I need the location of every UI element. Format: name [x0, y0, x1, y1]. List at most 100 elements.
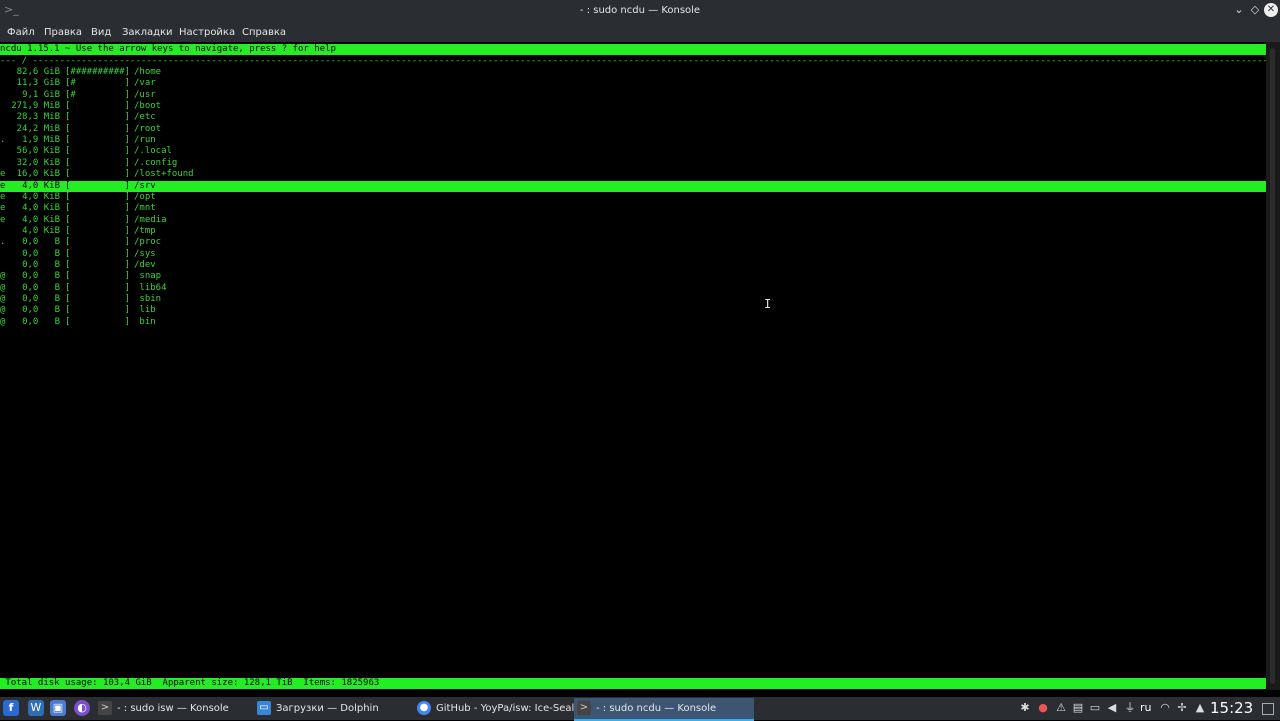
ncdu-row-size: 0,0 B — [22, 305, 60, 316]
ncdu-row[interactable]: 4,0 KiB [ ]/tmp — [0, 226, 1266, 237]
vpn-icon[interactable]: ● — [1036, 700, 1050, 716]
ncdu-row[interactable]: e 4,0 KiB [ ]/mnt — [0, 203, 1266, 214]
volume-icon[interactable]: ◀ — [1105, 700, 1119, 716]
ncdu-row-bar: [ ] — [65, 316, 131, 327]
close-icon[interactable]: ✕ — [1264, 3, 1278, 17]
ncdu-row-bar: [ ] — [65, 203, 131, 214]
ncdu-row[interactable]: e 16,0 KiB [ ]/lost+found — [0, 169, 1266, 180]
ncdu-row-size: 0,0 B — [22, 248, 60, 259]
app-launcher-icon[interactable]: f — [3, 700, 19, 716]
ncdu-path-line: --- / ----------------------------------… — [0, 56, 1266, 66]
clock[interactable]: 15:23 — [1210, 698, 1253, 718]
task-chrome-github[interactable]: ● GitHub - YoyPa/isw: Ice-Seale... — [414, 698, 592, 719]
ncdu-row-name: /boot — [134, 101, 162, 112]
ncdu-row-flag: @ — [0, 282, 6, 293]
ncdu-row-bar: [ ] — [65, 225, 131, 236]
store-icon[interactable]: ▣ — [50, 700, 66, 716]
wifi-icon[interactable]: ◠ — [1158, 700, 1172, 716]
ncdu-row[interactable]: e 4,0 KiB [ ]/media — [0, 215, 1266, 226]
ncdu-row-size: 28,3 MiB — [16, 112, 60, 123]
ncdu-row[interactable]: @0,0 B [ ] lib — [0, 305, 1266, 316]
ncdu-row-name: /media — [134, 214, 167, 225]
ncdu-header: ncdu 1.15.1 ~ Use the arrow keys to navi… — [0, 44, 1266, 55]
ncdu-row-size: 0,0 B — [22, 294, 60, 304]
ncdu-row[interactable]: 9,1 GiB [# ]/usr — [0, 90, 1266, 101]
show-desktop-icon[interactable] — [1262, 703, 1274, 715]
tray-expand-icon[interactable]: ▲ — [1193, 700, 1207, 716]
ncdu-row[interactable]: 24,2 MiB [ ]/root — [0, 124, 1266, 135]
ncdu-row-size: 56,0 KiB — [16, 146, 60, 157]
terminal-icon: > — [98, 701, 112, 715]
menu-file[interactable]: Файл — [7, 27, 35, 38]
ncdu-row-name: /etc — [134, 112, 156, 123]
menu-bookmarks[interactable]: Закладки — [122, 27, 173, 38]
ncdu-row[interactable]: . 1,9 MiB [ ]/run — [0, 135, 1266, 146]
desktop-icon[interactable]: W — [28, 700, 44, 716]
ncdu-row-flag — [0, 112, 5, 123]
usb-icon[interactable]: ⏚ — [1123, 700, 1137, 716]
ncdu-row-size: 11,3 GiB — [16, 78, 60, 89]
ncdu-row[interactable]: 0,0 B [ ]/dev — [0, 260, 1266, 271]
menu-settings[interactable]: Настройка — [179, 27, 235, 38]
clipboard-icon[interactable]: ▤ — [1071, 700, 1085, 716]
ncdu-row[interactable]: . 0,0 B [ ]/proc — [0, 237, 1266, 248]
task-konsole-isw[interactable]: > - : sudo isw — Konsole — [95, 698, 272, 719]
ncdu-row[interactable]: e 4,0 KiB [ ]/srv — [0, 180, 1266, 192]
ncdu-row-size: 32,0 KiB — [16, 157, 60, 168]
ncdu-row-flag — [0, 101, 5, 112]
ncdu-row[interactable]: 271,9 MiB [ ]/boot — [0, 101, 1266, 112]
ncdu-row[interactable]: @0,0 B [ ] lib64 — [0, 283, 1266, 294]
ncdu-row-size: 0,0 B — [22, 259, 60, 270]
ncdu-row[interactable]: 82,6 GiB [##########]/home — [0, 67, 1266, 78]
keyboard-layout[interactable]: ru — [1140, 701, 1152, 714]
ncdu-row-flag — [0, 226, 5, 237]
update-icon[interactable]: ⚠ — [1054, 700, 1068, 716]
terminal-scrollbar[interactable] — [1266, 42, 1280, 690]
task-konsole-ncdu[interactable]: > - : sudo ncdu — Konsole — [574, 698, 754, 721]
ncdu-row-name: /srv — [134, 180, 156, 191]
ncdu-row-name: /lost+found — [134, 169, 194, 180]
ncdu-row-bar: [ ] — [65, 112, 131, 123]
ncdu-row-bar: [ ] — [65, 135, 131, 146]
ncdu-row[interactable]: 11,3 GiB [# ]/var — [0, 78, 1266, 89]
ncdu-row-bar: [ ] — [65, 259, 131, 270]
ncdu-row-size: 0,0 B — [22, 316, 60, 327]
minimize-icon[interactable]: ⌄ — [1232, 3, 1246, 17]
menu-help[interactable]: Справка — [242, 27, 286, 38]
ncdu-row-flag: . — [0, 237, 6, 248]
menu-bar: Файл Правка Вид Закладки Настройка Справ… — [0, 22, 1280, 42]
terminal-view[interactable]: ncdu 1.15.1 ~ Use the arrow keys to navi… — [0, 42, 1266, 690]
battery-icon[interactable]: ▭ — [1088, 700, 1102, 716]
ncdu-row-name: /run — [134, 135, 156, 146]
menu-edit[interactable]: Правка — [44, 27, 82, 38]
ncdu-row[interactable]: 28,3 MiB [ ]/etc — [0, 112, 1266, 123]
ncdu-row-name: /proc — [134, 237, 162, 248]
ncdu-row[interactable]: 56,0 KiB [ ]/.local — [0, 146, 1266, 157]
ncdu-row-name: /tmp — [134, 225, 156, 236]
bluetooth-icon[interactable]: ✢ — [1175, 700, 1189, 716]
ncdu-row-flag: @ — [0, 294, 6, 304]
folder-icon: ▭ — [257, 701, 271, 715]
menu-view[interactable]: Вид — [91, 27, 111, 38]
ncdu-row-name: /home — [134, 67, 162, 77]
ncdu-row-name: /.config — [134, 157, 178, 168]
ncdu-row-size: 4,0 KiB — [22, 214, 60, 225]
ncdu-row-flag: @ — [0, 271, 6, 282]
ncdu-row[interactable]: 0,0 B [ ]/sys — [0, 249, 1266, 260]
browser-icon[interactable]: ◐ — [74, 700, 90, 716]
ncdu-row[interactable]: 32,0 KiB [ ]/.config — [0, 158, 1266, 169]
ncdu-row-name: lib64 — [134, 282, 167, 293]
ncdu-row[interactable]: @0,0 B [ ] snap — [0, 271, 1266, 282]
ncdu-row-name: bin — [134, 316, 156, 327]
ncdu-row[interactable]: @0,0 B [ ] sbin — [0, 294, 1266, 305]
maximize-icon[interactable]: ◇ — [1248, 3, 1262, 17]
ncdu-row-flag — [0, 260, 5, 271]
scrollbar-thumb[interactable] — [1270, 48, 1275, 684]
ncdu-row[interactable]: e 4,0 KiB [ ]/opt — [0, 192, 1266, 203]
ncdu-row-name: /usr — [134, 89, 156, 100]
ncdu-row-flag: @ — [0, 305, 6, 316]
task-dolphin[interactable]: ▭ Загрузки — Dolphin — [254, 698, 431, 719]
bug-icon[interactable]: ✱ — [1018, 700, 1032, 716]
ncdu-row[interactable]: @0,0 B [ ] bin — [0, 317, 1266, 328]
ncdu-row-bar: [ ] — [65, 282, 131, 293]
